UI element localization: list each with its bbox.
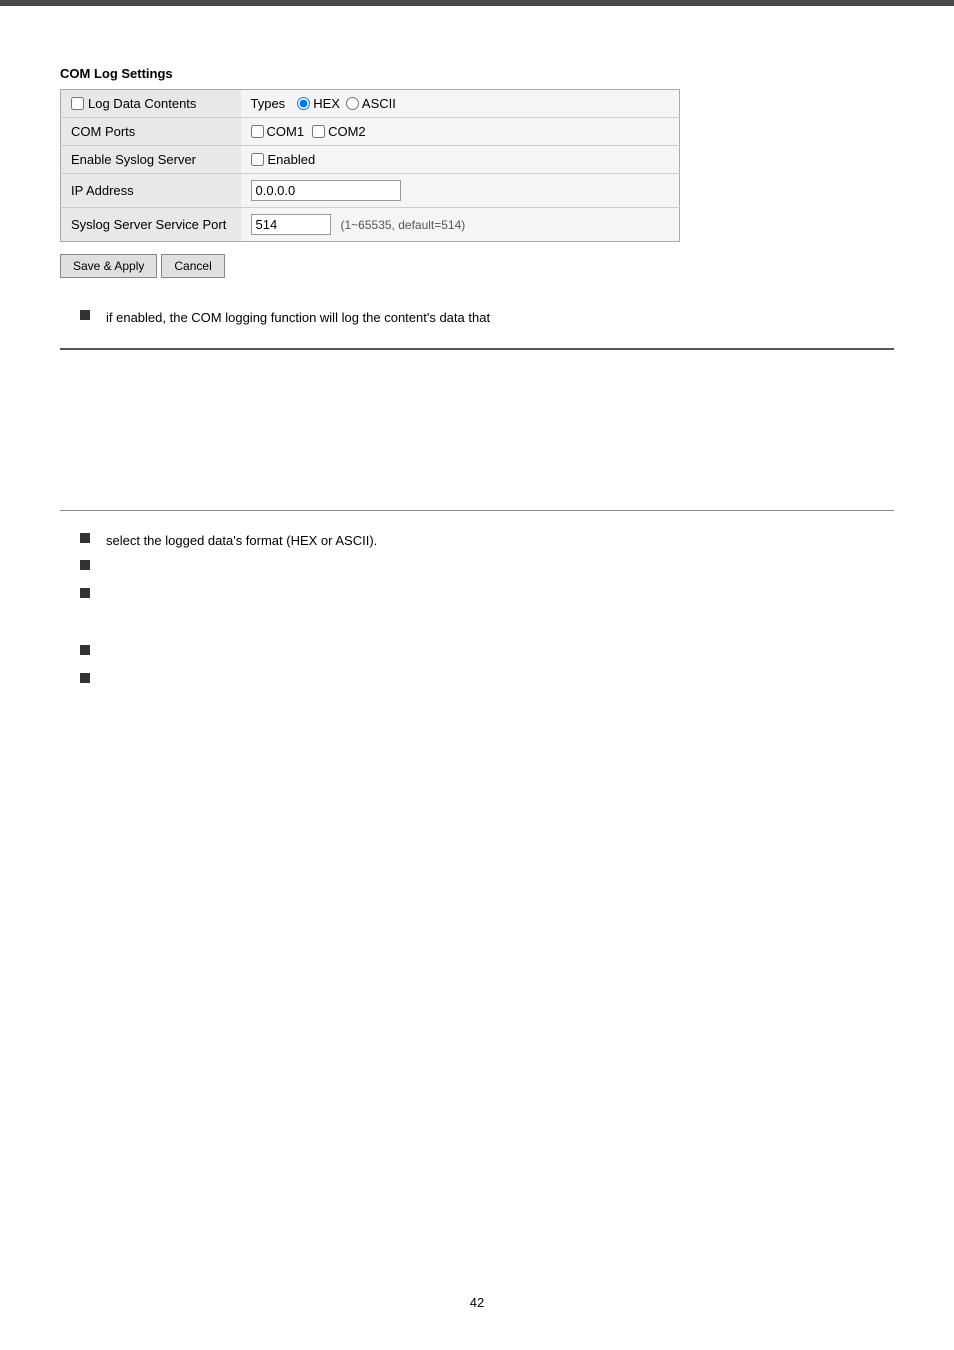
bullet-text-2-2	[106, 558, 110, 578]
spacer-2	[80, 613, 894, 643]
com2-checkbox[interactable]	[312, 125, 325, 138]
ascii-label-text: ASCII	[362, 96, 396, 111]
ascii-radio[interactable]	[346, 97, 359, 110]
hex-label-text: HEX	[313, 96, 340, 111]
first-bullet-section: if enabled, the COM logging function wil…	[60, 308, 894, 328]
ascii-radio-label[interactable]: ASCII	[346, 96, 396, 111]
hex-radio[interactable]	[297, 97, 310, 110]
bullet-item-2-3	[80, 586, 894, 606]
row-value-log-data: Types HEX ASCII	[241, 90, 680, 118]
hex-radio-label[interactable]: HEX	[297, 96, 340, 111]
bullet-item-2-2	[80, 558, 894, 578]
bullet-text-2-4	[106, 643, 110, 663]
bullet-icon-2-1	[80, 533, 90, 543]
com1-label[interactable]: COM1	[251, 124, 305, 139]
bullet-icon-2-3	[80, 588, 90, 598]
bullet-item-2-4	[80, 643, 894, 663]
row-value-ip	[241, 174, 680, 208]
row-label-port: Syslog Server Service Port	[61, 208, 241, 242]
row-value-port: (1~65535, default=514)	[241, 208, 680, 242]
button-row: Save & Apply Cancel	[60, 254, 894, 278]
page-number: 42	[0, 1295, 954, 1310]
divider-1	[60, 348, 894, 350]
bullet-item-2-5	[80, 671, 894, 691]
bullet-text-2-5	[106, 671, 110, 691]
second-bullet-section: select the logged data's format (HEX or …	[60, 531, 894, 691]
table-row: Log Data Contents Types HEX ASCII	[61, 90, 680, 118]
page-content: COM Log Settings Log Data Contents Types	[0, 6, 954, 738]
bullet-text-2-1: select the logged data's format (HEX or …	[106, 531, 377, 551]
row-label-syslog: Enable Syslog Server	[61, 146, 241, 174]
port-hint: (1~65535, default=514)	[341, 218, 466, 232]
port-input[interactable]	[251, 214, 331, 235]
enabled-checkbox-label[interactable]: Enabled	[251, 152, 670, 167]
save-apply-button[interactable]: Save & Apply	[60, 254, 157, 278]
row-label-com-ports: COM Ports	[61, 118, 241, 146]
bullet-icon-2-4	[80, 645, 90, 655]
bullet-icon-2-2	[80, 560, 90, 570]
log-data-label-text: Log Data Contents	[88, 96, 196, 111]
bullet-item-2-1: select the logged data's format (HEX or …	[80, 531, 894, 551]
log-data-checkbox-label[interactable]: Log Data Contents	[71, 96, 231, 111]
spacer-1	[60, 370, 894, 490]
enabled-checkbox[interactable]	[251, 153, 264, 166]
table-row-syslog: Enable Syslog Server Enabled	[61, 146, 680, 174]
enabled-text: Enabled	[268, 152, 316, 167]
com2-text: COM2	[328, 124, 366, 139]
table-row-port: Syslog Server Service Port (1~65535, def…	[61, 208, 680, 242]
types-radio-group: Types HEX ASCII	[251, 96, 670, 111]
com1-text: COM1	[267, 124, 305, 139]
types-label: Types	[251, 96, 286, 111]
log-data-checkbox[interactable]	[71, 97, 84, 110]
com1-checkbox[interactable]	[251, 125, 264, 138]
settings-table: Log Data Contents Types HEX ASCII	[60, 89, 680, 242]
ip-address-input[interactable]	[251, 180, 401, 201]
bullet-text-2-3	[106, 586, 110, 606]
section-title: COM Log Settings	[60, 66, 894, 81]
cancel-button[interactable]: Cancel	[161, 254, 224, 278]
row-label-ip: IP Address	[61, 174, 241, 208]
row-value-syslog: Enabled	[241, 146, 680, 174]
com2-label[interactable]: COM2	[312, 124, 366, 139]
com-ports-group: COM1 COM2	[251, 124, 670, 139]
bullet-text-1: if enabled, the COM logging function wil…	[106, 308, 490, 328]
table-row-ip: IP Address	[61, 174, 680, 208]
bullet-icon-2-5	[80, 673, 90, 683]
row-label-log-data: Log Data Contents	[61, 90, 241, 118]
bullet-icon-1	[80, 310, 90, 320]
bullet-item-1: if enabled, the COM logging function wil…	[80, 308, 894, 328]
row-value-com-ports: COM1 COM2	[241, 118, 680, 146]
divider-2	[60, 510, 894, 511]
table-row-com-ports: COM Ports COM1 COM2	[61, 118, 680, 146]
